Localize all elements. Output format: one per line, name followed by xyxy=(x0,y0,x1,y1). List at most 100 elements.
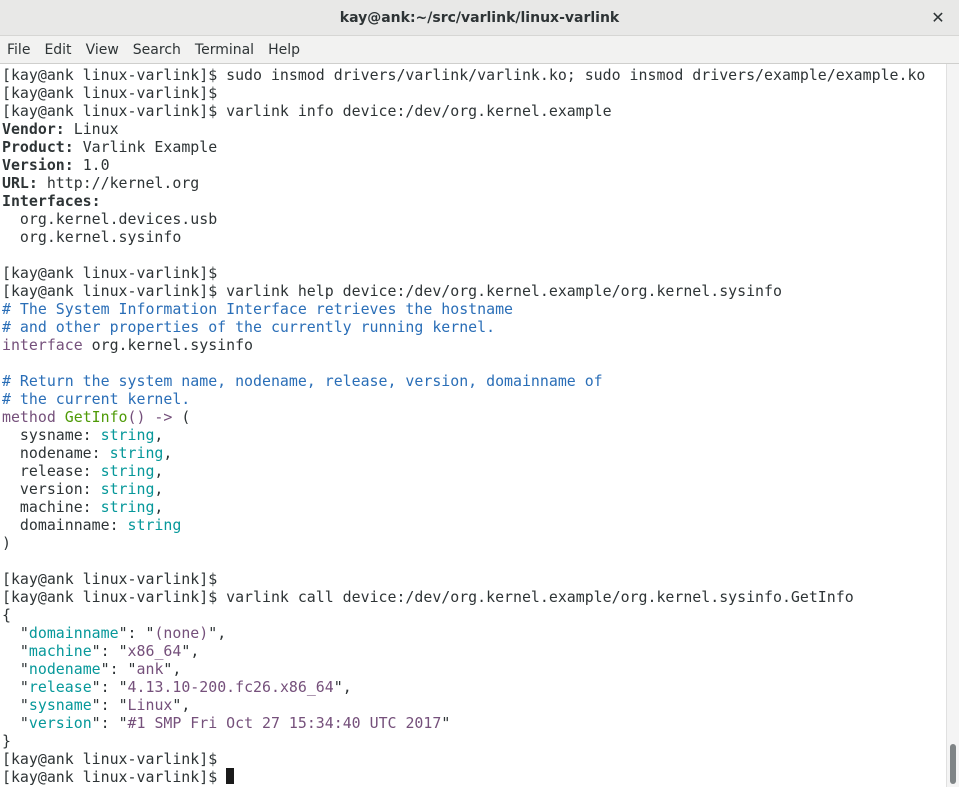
idl-field: machine: string, xyxy=(2,498,946,516)
scrollbar-thumb[interactable] xyxy=(950,744,956,784)
idl-comment: # and other properties of the currently … xyxy=(2,318,496,336)
prompt: [kay@ank linux-varlink]$ xyxy=(2,750,227,768)
idl-field: nodename: string, xyxy=(2,444,946,462)
menu-edit[interactable]: Edit xyxy=(37,36,78,64)
idl-field-name: release: xyxy=(2,462,92,480)
terminal-line: [kay@ank linux-varlink]$ xyxy=(2,750,946,768)
idl-field-name: version: xyxy=(2,480,92,498)
info-interfaces: Interfaces: xyxy=(2,192,946,210)
menu-bar: File Edit View Search Terminal Help xyxy=(0,36,959,64)
idl-field-name: domainname: xyxy=(2,516,119,534)
idl-interface-decl: interface org.kernel.sysinfo xyxy=(2,336,946,354)
idl-comment: # the current kernel. xyxy=(2,390,191,408)
json-key: domainname xyxy=(28,624,119,642)
prompt: [kay@ank linux-varlink]$ xyxy=(2,570,227,588)
idl-field-type: string xyxy=(100,426,155,444)
prompt: [kay@ank linux-varlink]$ xyxy=(2,768,227,786)
command-text: varlink help device:/dev/org.kernel.exam… xyxy=(226,282,782,300)
vertical-scrollbar[interactable] xyxy=(946,64,959,787)
terminal-line: [kay@ank linux-varlink]$ sudo insmod dri… xyxy=(2,66,946,84)
idl-field: version: string, xyxy=(2,480,946,498)
info-label: URL: xyxy=(2,174,38,192)
json-key: release xyxy=(28,678,92,696)
info-version: Version: 1.0 xyxy=(2,156,946,174)
json-entry: "release": "4.13.10-200.fc26.x86_64", xyxy=(2,678,352,696)
prompt: [kay@ank linux-varlink]$ xyxy=(2,66,227,84)
idl-field-type: string xyxy=(100,462,155,480)
interface-entry: org.kernel.sysinfo xyxy=(2,228,182,246)
info-vendor: Vendor: Linux xyxy=(2,120,946,138)
info-value: Varlink Example xyxy=(73,138,218,156)
json-key: nodename xyxy=(28,660,101,678)
prompt: [kay@ank linux-varlink]$ xyxy=(2,264,227,282)
info-url: URL: http://kernel.org xyxy=(2,174,946,192)
json-entry: "domainname": "(none)", xyxy=(2,624,227,642)
idl-arrow: -> xyxy=(145,408,173,426)
json-key: version xyxy=(28,714,92,732)
idl-field-type: string xyxy=(127,516,182,534)
prompt: [kay@ank linux-varlink]$ xyxy=(2,282,227,300)
menu-view[interactable]: View xyxy=(79,36,126,64)
close-icon[interactable]: ✕ xyxy=(927,0,949,36)
info-value: Linux xyxy=(64,120,119,138)
menu-search[interactable]: Search xyxy=(126,36,188,64)
idl-keyword: method xyxy=(2,408,56,426)
json-sep: , xyxy=(217,624,227,642)
info-value: 1.0 xyxy=(73,156,110,174)
idl-keyword: interface xyxy=(2,336,83,354)
idl-field-name: machine: xyxy=(2,498,92,516)
idl-close-paren: ) xyxy=(2,534,11,552)
window-title: kay@ank:~/src/varlink/linux-varlink xyxy=(339,10,620,26)
idl-method-name: GetInfo xyxy=(64,408,128,426)
json-value: x86_64 xyxy=(127,642,182,660)
json-entry: "version": "#1 SMP Fri Oct 27 15:34:40 U… xyxy=(2,714,451,732)
menu-file[interactable]: File xyxy=(0,36,37,64)
command-text: varlink call device:/dev/org.kernel.exam… xyxy=(226,588,854,606)
prompt: [kay@ank linux-varlink]$ xyxy=(2,588,227,606)
idl-open-paren: ( xyxy=(172,408,191,426)
json-key: sysname xyxy=(28,696,92,714)
json-entry: "nodename": "ank", xyxy=(2,660,182,678)
terminal-line: [kay@ank linux-varlink]$ xyxy=(2,84,946,102)
idl-parens: () xyxy=(127,408,146,426)
json-value: Linux xyxy=(127,696,173,714)
terminal-output[interactable]: [kay@ank linux-varlink]$ sudo insmod dri… xyxy=(0,64,946,787)
json-entry: "machine": "x86_64", xyxy=(2,642,200,660)
idl-interface-name: org.kernel.sysinfo xyxy=(82,336,254,354)
json-close-brace: } xyxy=(2,732,11,750)
title-bar[interactable]: kay@ank:~/src/varlink/linux-varlink ✕ xyxy=(0,0,959,36)
idl-field-name: nodename: xyxy=(2,444,101,462)
command-text: sudo insmod drivers/varlink/varlink.ko; … xyxy=(226,66,926,84)
info-value: http://kernel.org xyxy=(37,174,200,192)
json-value: #1 SMP Fri Oct 27 15:34:40 UTC 2017 xyxy=(127,714,442,732)
idl-method-decl: method GetInfo() -> ( xyxy=(2,408,946,426)
interface-entry: org.kernel.devices.usb xyxy=(2,210,218,228)
text-cursor xyxy=(226,768,235,784)
idl-field-type: string xyxy=(100,480,155,498)
idl-comment: # The System Information Interface retri… xyxy=(2,300,514,318)
command-text: varlink info device:/dev/org.kernel.exam… xyxy=(226,102,612,120)
menu-terminal[interactable]: Terminal xyxy=(188,36,261,64)
json-value: 4.13.10-200.fc26.x86_64 xyxy=(127,678,334,696)
info-label: Version: xyxy=(2,156,74,174)
info-label: Vendor: xyxy=(2,120,65,138)
info-label: Interfaces: xyxy=(2,192,101,210)
idl-field-name: sysname: xyxy=(2,426,92,444)
idl-field: domainname: string xyxy=(2,516,946,534)
menu-help[interactable]: Help xyxy=(261,36,307,64)
idl-field-sep: , xyxy=(163,444,173,462)
idl-comment: # Return the system name, nodename, rele… xyxy=(2,372,603,390)
prompt: [kay@ank linux-varlink]$ xyxy=(2,102,227,120)
terminal-line: [kay@ank linux-varlink]$ varlink call de… xyxy=(2,588,946,606)
terminal-line: [kay@ank linux-varlink]$ varlink info de… xyxy=(2,102,946,120)
json-value: ank xyxy=(136,660,164,678)
idl-field-sep: , xyxy=(154,498,164,516)
terminal-line: [kay@ank linux-varlink]$ xyxy=(2,570,946,588)
idl-field-sep: , xyxy=(154,426,164,444)
json-value: (none) xyxy=(154,624,209,642)
json-sep: , xyxy=(342,678,352,696)
json-open-brace: { xyxy=(2,606,11,624)
idl-field-type: string xyxy=(109,444,164,462)
idl-field: sysname: string, xyxy=(2,426,946,444)
